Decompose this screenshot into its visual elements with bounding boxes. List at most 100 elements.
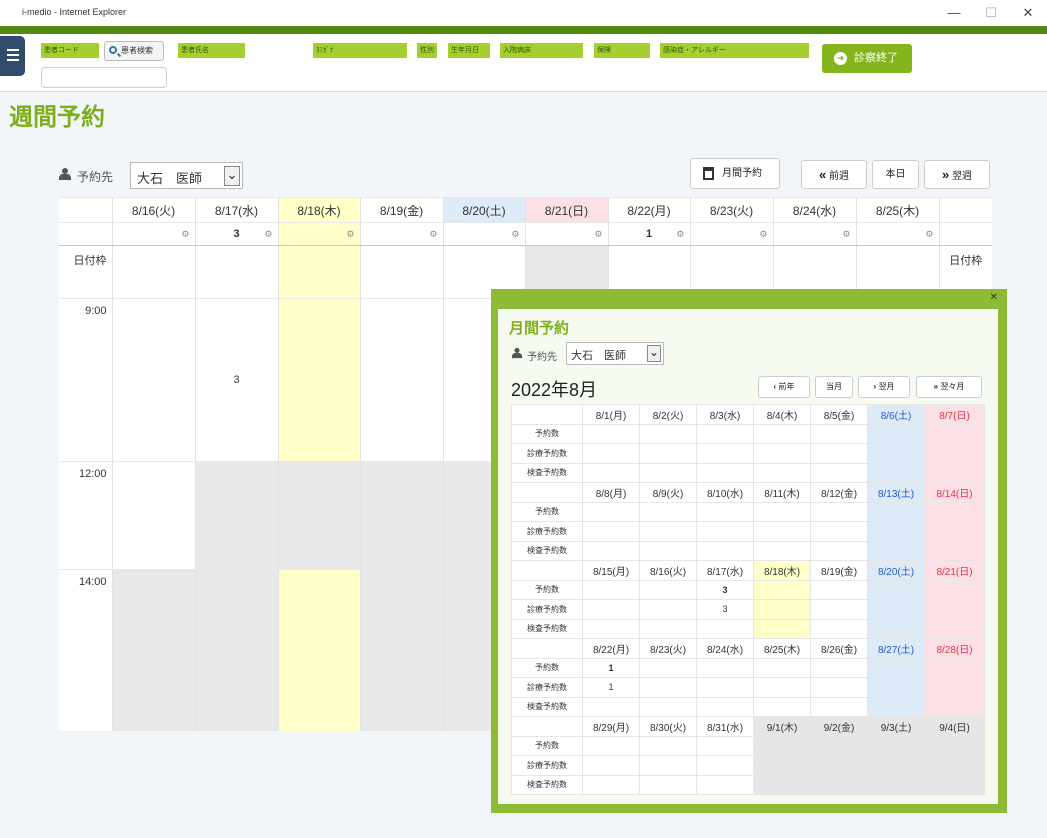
calendar-count-cell[interactable] — [639, 462, 697, 483]
prev-year-button[interactable]: ‹ 前年 — [758, 376, 810, 398]
gear-icon[interactable]: ⚙ — [842, 230, 850, 239]
calendar-count-cell[interactable] — [753, 501, 811, 522]
calendar-count-cell[interactable] — [924, 657, 985, 678]
calendar-count-cell[interactable] — [696, 462, 754, 483]
calendar-count-cell[interactable] — [696, 657, 754, 678]
resource-select[interactable]: 大石 医師 ⌄ — [130, 162, 243, 189]
calendar-count-cell[interactable] — [867, 423, 925, 444]
calendar-date[interactable]: 8/31(水) — [696, 716, 754, 737]
calendar-count-cell[interactable] — [582, 443, 640, 464]
calendar-count-cell[interactable] — [696, 443, 754, 464]
calendar-count-cell[interactable] — [639, 443, 697, 464]
calendar-count-cell[interactable] — [924, 599, 985, 620]
gear-icon[interactable]: ⚙ — [429, 230, 437, 239]
calendar-date[interactable]: 9/1(木) — [753, 716, 811, 737]
calendar-count-cell[interactable] — [696, 774, 754, 795]
calendar-count-cell[interactable] — [753, 735, 811, 756]
calendar-count-cell[interactable] — [924, 696, 985, 717]
maximize-button[interactable]: ☐ — [981, 4, 1001, 22]
today-button[interactable]: 本日 — [872, 160, 919, 189]
calendar-count-cell[interactable] — [867, 755, 925, 776]
calendar-count-cell[interactable] — [867, 521, 925, 542]
calendar-count-cell[interactable] — [810, 443, 868, 464]
time-slot[interactable] — [194, 569, 278, 731]
calendar-count-cell[interactable] — [753, 755, 811, 776]
calendar-count-cell[interactable] — [810, 579, 868, 600]
time-slot[interactable] — [359, 461, 443, 570]
calendar-count-cell[interactable] — [753, 540, 811, 561]
calendar-date[interactable]: 8/30(火) — [639, 716, 697, 737]
close-window-button[interactable]: ✕ — [1018, 4, 1038, 22]
calendar-count-cell[interactable] — [696, 540, 754, 561]
calendar-count-cell[interactable] — [867, 696, 925, 717]
calendar-count-cell[interactable] — [639, 579, 697, 600]
calendar-date[interactable]: 8/2(火) — [639, 404, 697, 425]
calendar-count-cell[interactable] — [582, 521, 640, 542]
calendar-date[interactable]: 8/21(日) — [924, 560, 985, 581]
calendar-count-cell[interactable] — [696, 735, 754, 756]
calendar-count-cell[interactable] — [867, 774, 925, 795]
calendar-count-cell[interactable] — [753, 657, 811, 678]
calendar-date[interactable]: 8/17(水) — [696, 560, 754, 581]
calendar-date[interactable]: 8/4(木) — [753, 404, 811, 425]
calendar-date[interactable]: 9/4(日) — [924, 716, 985, 737]
calendar-count-cell[interactable] — [810, 774, 868, 795]
calendar-count-cell[interactable] — [639, 599, 697, 620]
calendar-count-cell[interactable] — [924, 521, 985, 542]
calendar-count-cell[interactable] — [753, 696, 811, 717]
calendar-count-cell[interactable] — [867, 579, 925, 600]
calendar-date[interactable]: 8/6(土) — [867, 404, 925, 425]
calendar-count-cell[interactable] — [582, 599, 640, 620]
calendar-date[interactable]: 8/27(土) — [867, 638, 925, 659]
day-header[interactable]: 8/23(火) — [689, 197, 773, 223]
time-slot[interactable] — [194, 461, 278, 570]
calendar-count-cell[interactable] — [582, 755, 640, 776]
calendar-count-cell[interactable] — [753, 443, 811, 464]
time-slot[interactable] — [277, 245, 360, 299]
calendar-count-cell[interactable]: 3 — [696, 599, 754, 620]
calendar-count-cell[interactable] — [924, 677, 985, 698]
gear-icon[interactable]: ⚙ — [346, 230, 354, 239]
day-header[interactable]: 8/24(水) — [772, 197, 856, 223]
patient-search-button[interactable]: 患者検索 — [104, 41, 164, 61]
calendar-count-cell[interactable] — [810, 423, 868, 444]
calendar-count-cell[interactable] — [924, 774, 985, 795]
calendar-count-cell[interactable] — [924, 501, 985, 522]
calendar-date[interactable]: 8/3(水) — [696, 404, 754, 425]
patient-code-input[interactable] — [41, 67, 167, 88]
calendar-count-cell[interactable] — [639, 735, 697, 756]
time-slot[interactable] — [111, 298, 195, 462]
calendar-count-cell[interactable] — [810, 521, 868, 542]
calendar-count-cell[interactable] — [582, 618, 640, 639]
calendar-count-cell[interactable] — [696, 618, 754, 639]
gear-icon[interactable]: ⚙ — [511, 230, 519, 239]
calendar-count-cell[interactable] — [810, 657, 868, 678]
calendar-count-cell[interactable] — [753, 462, 811, 483]
time-slot[interactable] — [359, 298, 443, 462]
calendar-count-cell[interactable] — [582, 579, 640, 600]
day-header[interactable]: 8/19(金) — [359, 197, 443, 223]
calendar-count-cell[interactable] — [753, 774, 811, 795]
calendar-count-cell[interactable] — [867, 540, 925, 561]
day-header[interactable]: 8/20(土) — [442, 197, 525, 223]
day-header[interactable]: 8/18(木) — [277, 197, 360, 223]
calendar-date[interactable]: 8/26(金) — [810, 638, 868, 659]
calendar-date[interactable]: 8/29(月) — [582, 716, 640, 737]
calendar-date[interactable]: 9/2(金) — [810, 716, 868, 737]
calendar-date[interactable]: 8/20(土) — [867, 560, 925, 581]
calendar-count-cell[interactable] — [582, 774, 640, 795]
calendar-count-cell[interactable] — [810, 501, 868, 522]
prev-week-button[interactable]: « 前週 — [801, 160, 867, 189]
calendar-date[interactable]: 8/8(月) — [582, 482, 640, 503]
calendar-count-cell[interactable] — [753, 677, 811, 698]
day-header[interactable]: 8/25(木) — [855, 197, 939, 223]
calendar-count-cell[interactable] — [810, 599, 868, 620]
calendar-count-cell[interactable] — [810, 618, 868, 639]
calendar-count-cell[interactable] — [639, 677, 697, 698]
calendar-count-cell[interactable] — [582, 735, 640, 756]
calendar-count-cell[interactable] — [810, 677, 868, 698]
close-icon[interactable]: ✕ — [990, 292, 998, 303]
calendar-count-cell[interactable] — [753, 579, 811, 600]
end-consultation-button[interactable]: ➜ 診察終了 — [822, 44, 912, 73]
calendar-count-cell[interactable] — [867, 618, 925, 639]
